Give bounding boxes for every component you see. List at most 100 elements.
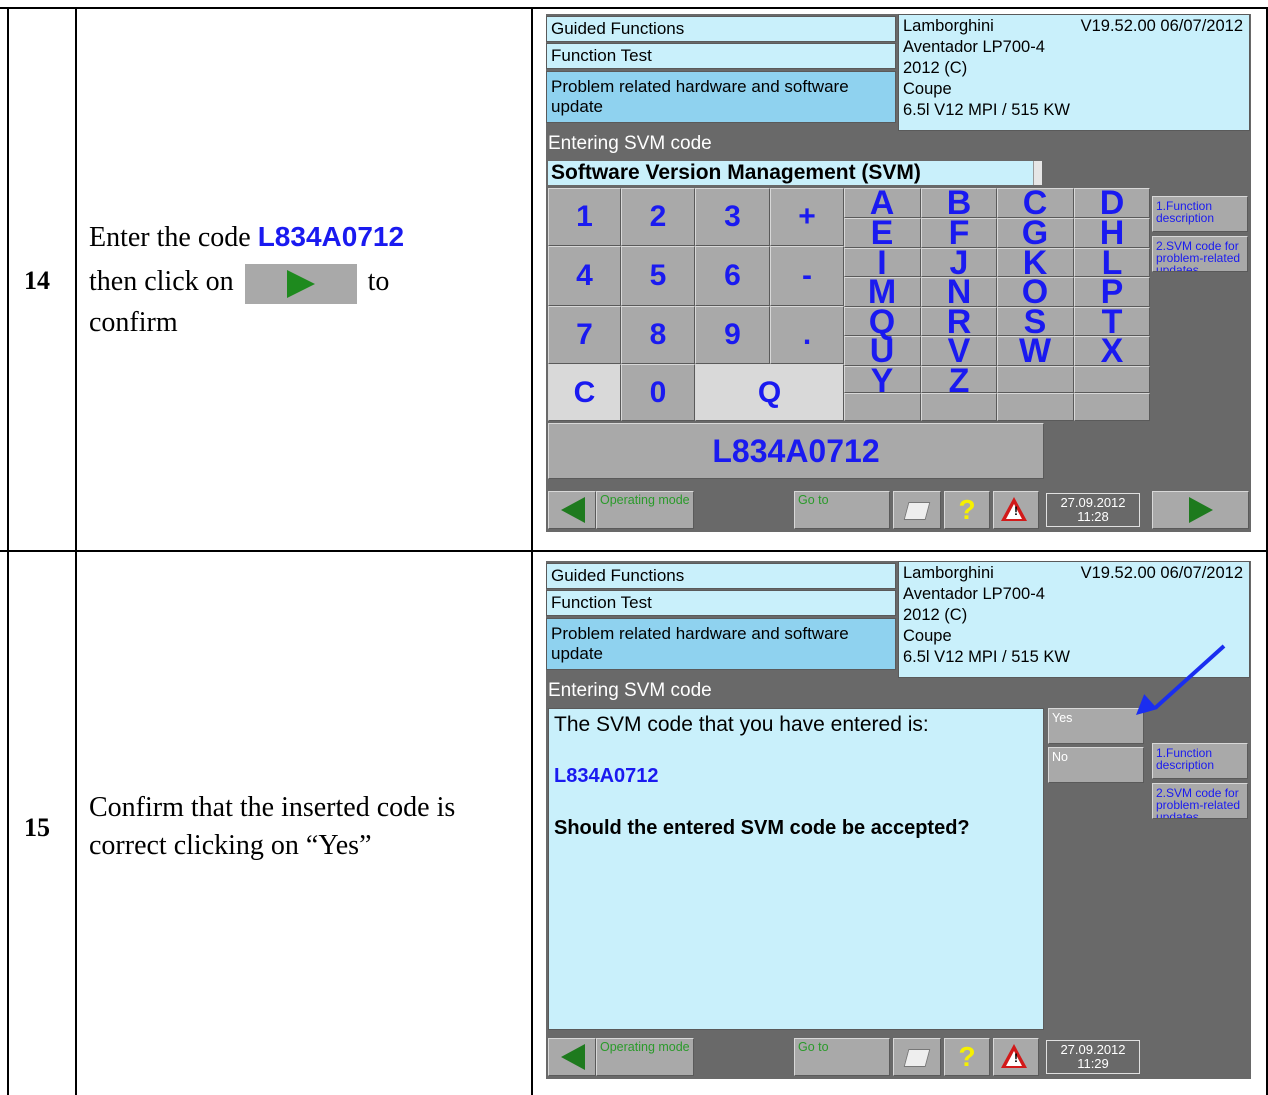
- printer-icon: [903, 1049, 931, 1067]
- function-description-button[interactable]: 1.Function description: [1152, 743, 1248, 779]
- vehicle-info-panel: Lamborghini V19.52.00 06/07/2012 Aventad…: [898, 14, 1250, 131]
- back-button[interactable]: [548, 491, 596, 529]
- step-number: 14: [24, 266, 50, 295]
- software-version: V19.52.00 06/07/2012: [1080, 17, 1243, 35]
- key-7[interactable]: 7: [548, 306, 621, 364]
- help-icon: ?: [958, 494, 976, 525]
- time-text: 11:29: [1077, 1056, 1109, 1071]
- letter-key-cell[interactable]: [997, 393, 1074, 421]
- warning-button[interactable]: !: [993, 491, 1039, 529]
- key-6[interactable]: 6: [695, 246, 770, 306]
- step-text: confirm: [89, 306, 178, 338]
- key-letter-x[interactable]: X: [1074, 334, 1150, 368]
- step-text: to: [367, 266, 390, 297]
- section-title: Entering SVM code: [548, 680, 712, 701]
- datetime-display: 27.09.2012 11:29: [1046, 1040, 1140, 1074]
- section-title: Entering SVM code: [548, 133, 712, 154]
- key-2[interactable]: 2: [621, 188, 695, 246]
- play-arrow-icon: [286, 269, 315, 298]
- step-text: Confirm that the inserted code is: [89, 792, 456, 823]
- function-description-button[interactable]: 1.Function description: [1152, 196, 1248, 232]
- warning-icon-mark: !: [1014, 504, 1018, 518]
- printer-icon: [903, 502, 931, 520]
- back-arrow-icon: [561, 1044, 585, 1070]
- breadcrumb-function-test[interactable]: Function Test: [546, 43, 896, 69]
- key-letter-z[interactable]: Z: [921, 364, 997, 398]
- key-9[interactable]: 9: [695, 306, 770, 364]
- vehicle-body: Coupe: [903, 627, 952, 645]
- vehicle-body: Coupe: [903, 80, 952, 98]
- svm-code-inline: L834A0712: [257, 221, 405, 252]
- scrollbar[interactable]: [1033, 161, 1042, 185]
- breadcrumb-guided-functions[interactable]: Guided Functions: [546, 563, 896, 589]
- time-text: 11:28: [1077, 509, 1109, 524]
- svm-header: Software Version Management (SVM): [548, 161, 1042, 185]
- entered-code-display: L834A0712: [548, 423, 1044, 479]
- date-text: 27.09.2012: [1060, 495, 1126, 510]
- key-3[interactable]: 3: [695, 188, 770, 246]
- step-instruction: Enter the code L834A0712 then click on t…: [89, 218, 529, 342]
- operating-mode-button[interactable]: Operating mode: [596, 491, 694, 529]
- svm-code-button[interactable]: 2.SVM code for problem-related updates: [1152, 783, 1248, 819]
- key-plus[interactable]: +: [770, 188, 844, 246]
- key-0[interactable]: 0: [621, 364, 695, 421]
- key-1[interactable]: 1: [548, 188, 621, 246]
- key-letter-y[interactable]: Y: [844, 364, 920, 398]
- no-button[interactable]: No: [1048, 747, 1144, 783]
- warning-button[interactable]: !: [993, 1038, 1039, 1076]
- key-clear[interactable]: C: [548, 364, 621, 421]
- letter-keypad: A B C D E F G H I J K L M N O P Q R S T …: [844, 186, 1150, 421]
- table-border-left: [7, 7, 9, 1095]
- letter-key-cell[interactable]: [1074, 393, 1150, 421]
- step-number: 15: [24, 813, 50, 842]
- operating-mode-button[interactable]: Operating mode: [596, 1038, 694, 1076]
- help-button[interactable]: ?: [944, 1038, 990, 1076]
- print-button[interactable]: [893, 491, 941, 529]
- next-button[interactable]: [1152, 491, 1249, 529]
- help-button[interactable]: ?: [944, 491, 990, 529]
- key-5[interactable]: 5: [621, 246, 695, 306]
- go-to-button[interactable]: Go to: [794, 1038, 890, 1076]
- software-version: V19.52.00 06/07/2012: [1080, 564, 1243, 582]
- back-arrow-icon: [561, 497, 585, 523]
- confirmation-message: The SVM code that you have entered is: L…: [548, 708, 1044, 1030]
- svm-header-text: Software Version Management (SVM): [551, 161, 921, 184]
- vehicle-model: Aventador LP700-4: [903, 585, 1045, 603]
- back-button[interactable]: [548, 1038, 596, 1076]
- breadcrumb-guided-functions[interactable]: Guided Functions: [546, 16, 896, 42]
- go-to-label: Go to: [798, 493, 829, 507]
- vehicle-info-panel: Lamborghini V19.52.00 06/07/2012 Aventad…: [898, 561, 1250, 678]
- key-4[interactable]: 4: [548, 246, 621, 306]
- date-text: 27.09.2012: [1060, 1042, 1126, 1057]
- letter-key-cell[interactable]: [1074, 366, 1150, 393]
- step-text: Enter the code: [89, 222, 258, 253]
- step-text: then click on: [89, 266, 234, 297]
- table-column-divider: [531, 7, 533, 1095]
- next-button-reference: [244, 263, 357, 304]
- operating-mode-label: Operating mode: [600, 493, 690, 507]
- go-to-button[interactable]: Go to: [794, 491, 890, 529]
- key-8[interactable]: 8: [621, 306, 695, 364]
- key-minus[interactable]: -: [770, 246, 844, 306]
- vehicle-engine: 6.5l V12 MPI / 515 KW: [903, 648, 1070, 666]
- message-intro: The SVM code that you have entered is:: [554, 713, 929, 736]
- instruction-table: 14 Enter the code L834A0712 then click o…: [0, 0, 1268, 1095]
- breadcrumb-problem-update[interactable]: Problem related hardware and software up…: [546, 71, 896, 123]
- letter-key-cell[interactable]: [997, 366, 1074, 393]
- forward-arrow-icon: [1189, 497, 1213, 523]
- svm-code-button[interactable]: 2.SVM code for problem-related updates: [1152, 236, 1248, 272]
- go-to-label: Go to: [798, 1040, 829, 1054]
- message-question: Should the entered SVM code be accepted?: [554, 817, 970, 839]
- breadcrumb-function-test[interactable]: Function Test: [546, 590, 896, 616]
- breadcrumb-problem-update[interactable]: Problem related hardware and software up…: [546, 618, 896, 670]
- diagnostic-screen-keypad: Guided Functions Function Test Problem r…: [546, 14, 1251, 532]
- key-q[interactable]: Q: [695, 364, 844, 421]
- print-button[interactable]: [893, 1038, 941, 1076]
- key-letter-w[interactable]: W: [997, 334, 1073, 368]
- message-code: L834A0712: [554, 765, 659, 787]
- yes-button[interactable]: Yes: [1048, 708, 1144, 744]
- step-instruction: Confirm that the inserted code is correc…: [89, 789, 529, 865]
- key-dot[interactable]: .: [770, 306, 844, 364]
- vehicle-model: Aventador LP700-4: [903, 38, 1045, 56]
- help-icon: ?: [958, 1041, 976, 1072]
